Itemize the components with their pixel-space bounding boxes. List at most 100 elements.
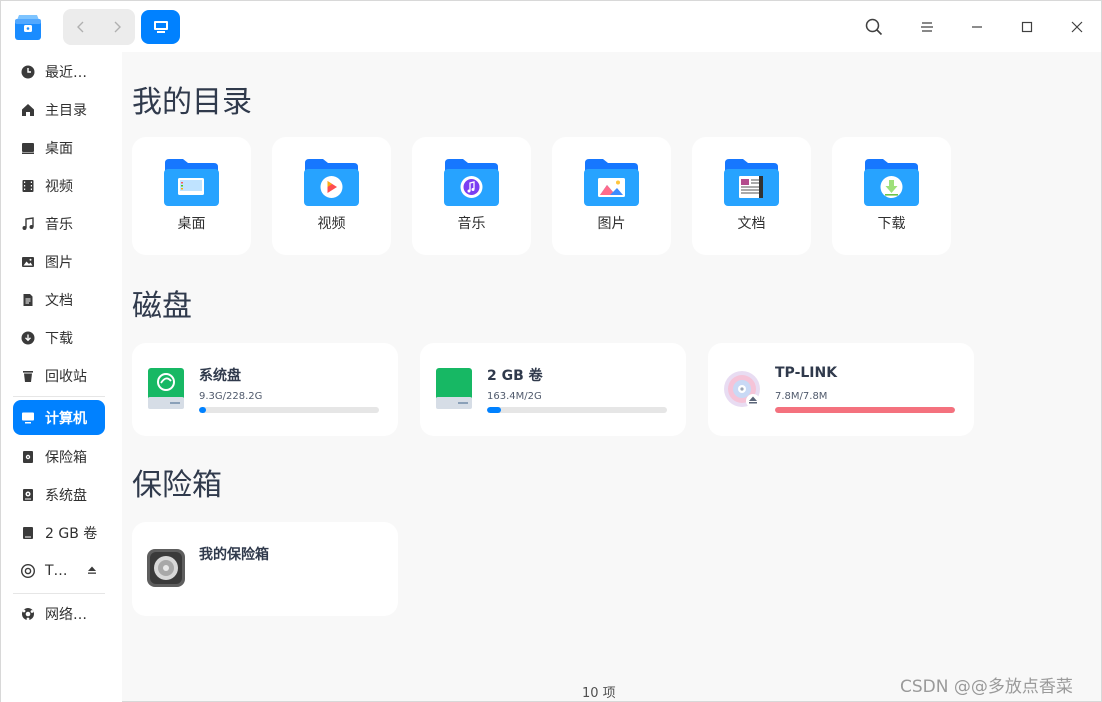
disk-usage-fill — [487, 407, 502, 413]
sidebar-item-network[interactable]: 网络… — [13, 596, 105, 631]
trash-icon — [20, 368, 36, 384]
video-icon — [20, 178, 36, 194]
desktop-folder-icon — [164, 159, 219, 206]
sidebar-item-label: 视频 — [45, 178, 73, 195]
image-icon — [20, 254, 36, 270]
sidebar-item-desktop[interactable]: 桌面 — [13, 130, 105, 165]
sidebar-item-label: 系统盘 — [45, 487, 87, 504]
disk-icon — [436, 368, 472, 409]
item-count: 10 项 — [582, 686, 616, 701]
disk-name: TP-LINK — [775, 365, 838, 381]
directory-card-music[interactable]: 音乐 — [412, 137, 531, 255]
sidebar-item-label: 2 GB 卷 — [45, 525, 98, 542]
eject-icon[interactable] — [87, 563, 97, 579]
sidebar-item-videos[interactable]: 视频 — [13, 168, 105, 203]
disk-icon — [20, 487, 36, 503]
sidebar: 最近… 主目录 桌面 视频 音乐 图片 文档 下载 回收站 计算机 保险箱 系统… — [1, 52, 122, 702]
sidebar-item-computer[interactable]: 计算机 — [13, 400, 105, 435]
music-icon — [20, 216, 36, 232]
computer-icon — [20, 410, 36, 426]
directory-label: 桌面 — [177, 216, 206, 232]
vault-card[interactable]: 我的保险箱 — [132, 522, 398, 616]
sidebar-item-music[interactable]: 音乐 — [13, 206, 105, 241]
maximize-button[interactable] — [1009, 9, 1045, 45]
disk-card-tp-link[interactable]: TP-LINK 7.8M/7.8M — [708, 343, 974, 436]
disk-usage-text: 163.4M/2G — [487, 391, 542, 402]
sidebar-item-label: 最近… — [45, 64, 87, 81]
vault-icon — [20, 449, 36, 465]
sidebar-item-home[interactable]: 主目录 — [13, 92, 105, 127]
forward-button[interactable] — [99, 9, 135, 45]
file-manager-logo-icon — [15, 15, 41, 40]
directory-card-downloads[interactable]: 下载 — [832, 137, 951, 255]
close-button[interactable] — [1059, 9, 1095, 45]
section-title-vault: 保险箱 — [132, 468, 222, 503]
sidebar-item-label: 回收站 — [45, 368, 87, 385]
video-folder-icon — [304, 159, 359, 206]
disk-usage-bar — [775, 407, 955, 413]
directory-card-documents[interactable]: 文档 — [692, 137, 811, 255]
disk-usage-text: 7.8M/7.8M — [775, 391, 828, 402]
main-menu-button[interactable] — [909, 9, 945, 45]
directory-label: 视频 — [317, 216, 346, 232]
disk-card-system[interactable]: 系统盘 9.3G/228.2G — [132, 343, 398, 436]
sidebar-item-label: 主目录 — [45, 102, 87, 119]
sidebar-item-label: 图片 — [45, 254, 73, 271]
vault-name: 我的保险箱 — [199, 547, 269, 563]
document-folder-icon — [724, 159, 779, 206]
search-icon — [865, 18, 883, 36]
directory-card-videos[interactable]: 视频 — [272, 137, 391, 255]
sidebar-item-vault[interactable]: 保险箱 — [13, 439, 105, 474]
optical-disc-icon — [724, 371, 760, 408]
sidebar-item-2gb-volume[interactable]: 2 GB 卷 — [13, 515, 105, 550]
directory-card-pictures[interactable]: 图片 — [552, 137, 671, 255]
sidebar-item-recent[interactable]: 最近… — [13, 54, 105, 89]
sidebar-item-downloads[interactable]: 下载 — [13, 320, 105, 355]
close-icon — [1071, 21, 1083, 33]
sidebar-item-pictures[interactable]: 图片 — [13, 244, 105, 279]
titlebar — [1, 1, 1101, 52]
directory-card-desktop[interactable]: 桌面 — [132, 137, 251, 255]
section-title-disks: 磁盘 — [132, 289, 192, 324]
download-folder-icon — [864, 159, 919, 206]
main-content: 我的目录 桌面 视频 音乐 图片 文档 下载 磁盘 系统盘 9.3G/228.2… — [122, 52, 1101, 702]
sidebar-item-trash[interactable]: 回收站 — [13, 358, 105, 393]
sidebar-divider — [13, 593, 105, 594]
minimize-button[interactable] — [959, 9, 995, 45]
sidebar-item-tp-link[interactable]: T… — [13, 553, 105, 588]
sidebar-item-label: 保险箱 — [45, 449, 87, 466]
section-title-my-directories: 我的目录 — [132, 85, 252, 120]
sidebar-item-documents[interactable]: 文档 — [13, 282, 105, 317]
directory-label: 图片 — [597, 216, 626, 232]
directory-label: 音乐 — [457, 216, 486, 232]
sidebar-divider — [13, 396, 105, 397]
home-icon — [20, 102, 36, 118]
safe-icon — [147, 549, 185, 587]
picture-folder-icon — [584, 159, 639, 206]
watermark: CSDN @@多放点香菜 — [900, 677, 1073, 697]
directory-label: 文档 — [737, 216, 766, 232]
back-button[interactable] — [63, 9, 99, 45]
sidebar-item-label: 桌面 — [45, 140, 73, 157]
sidebar-item-system-disk[interactable]: 系统盘 — [13, 477, 105, 512]
document-icon — [20, 292, 36, 308]
navigation-group — [63, 9, 135, 45]
chevron-left-icon — [77, 21, 84, 33]
music-folder-icon — [444, 159, 499, 206]
sidebar-item-label: 计算机 — [45, 410, 87, 427]
breadcrumb-computer[interactable] — [141, 10, 180, 44]
search-button[interactable] — [856, 9, 892, 45]
sidebar-item-label: 音乐 — [45, 216, 73, 233]
directory-label: 下载 — [877, 216, 906, 232]
clock-icon — [20, 64, 36, 80]
chevron-right-icon — [114, 21, 121, 33]
disk-usage-fill — [775, 407, 955, 413]
file-manager-window: 最近… 主目录 桌面 视频 音乐 图片 文档 下载 回收站 计算机 保险箱 系统… — [0, 0, 1102, 702]
menu-icon — [921, 22, 933, 32]
system-disk-icon — [148, 368, 184, 409]
disk-card-2gb-volume[interactable]: 2 GB 卷 163.4M/2G — [420, 343, 686, 436]
minimize-icon — [972, 26, 982, 28]
disk-usage-text: 9.3G/228.2G — [199, 391, 263, 402]
disk-usage-fill — [199, 407, 207, 413]
sidebar-item-label: 文档 — [45, 292, 73, 309]
